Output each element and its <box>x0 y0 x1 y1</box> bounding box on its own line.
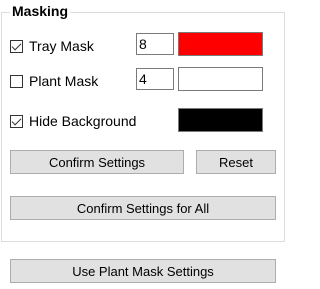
plant-mask-label: Plant Mask <box>29 73 99 89</box>
plant-mask-color-swatch[interactable] <box>178 67 263 91</box>
background-color-swatch[interactable] <box>178 108 263 132</box>
plant-mask-spinner[interactable]: ▲ ▼ <box>136 68 320 90</box>
tray-mask-spinner[interactable]: ▲ ▼ <box>136 33 320 55</box>
hide-background-checkbox-box[interactable] <box>10 114 23 128</box>
plant-mask-checkbox[interactable]: Plant Mask <box>10 73 98 89</box>
reset-button[interactable]: Reset <box>196 150 276 174</box>
confirm-settings-button[interactable]: Confirm Settings <box>10 150 184 174</box>
masking-title: Masking <box>10 3 71 19</box>
use-plant-mask-settings-button[interactable]: Use Plant Mask Settings <box>10 259 276 283</box>
tray-mask-checkbox[interactable]: Tray Mask <box>10 38 94 54</box>
plant-mask-checkbox-box[interactable] <box>10 74 23 88</box>
hide-background-checkbox[interactable]: Hide Background <box>10 113 136 129</box>
confirm-settings-for-all-button[interactable]: Confirm Settings for All <box>10 196 276 220</box>
hide-background-label: Hide Background <box>29 113 137 129</box>
tray-mask-label: Tray Mask <box>29 38 94 54</box>
tray-mask-color-swatch[interactable] <box>178 32 263 56</box>
tray-mask-checkbox-box[interactable] <box>10 39 23 53</box>
